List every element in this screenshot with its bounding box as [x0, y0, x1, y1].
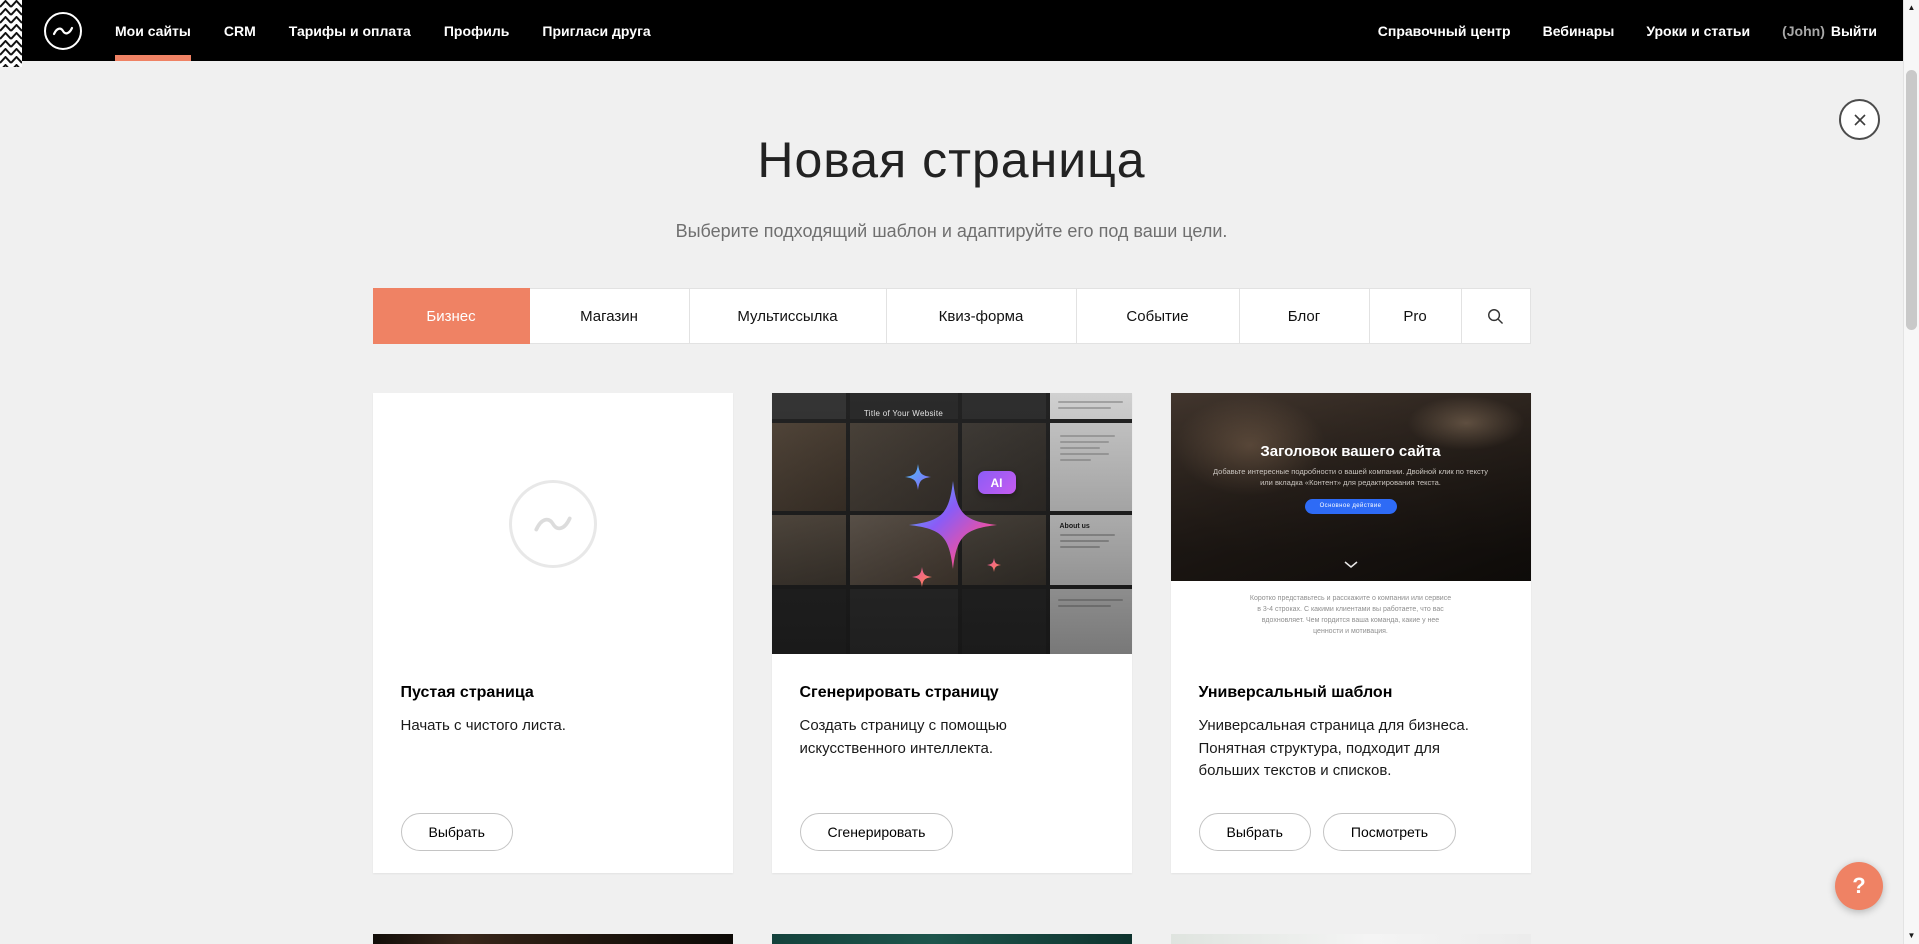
template-hero: Заголовок вашего сайта Добавьте интересн…: [1171, 393, 1531, 581]
card-blank-page[interactable]: Пустая страница Начать с чистого листа. …: [373, 393, 733, 873]
tab-business[interactable]: Бизнес: [373, 288, 530, 344]
template-thumbnail[interactable]: [373, 934, 733, 944]
hero-content: Заголовок вашего сайта Добавьте интересн…: [1171, 393, 1531, 514]
hero-text: Добавьте интересные подробности о вашей …: [1210, 467, 1491, 489]
next-template-row: [373, 934, 1531, 944]
card-title: Сгенерировать страницу: [800, 684, 1104, 702]
card-body: Пустая страница Начать с чистого листа. …: [373, 654, 733, 873]
ai-sparkle-icon: [772, 393, 1132, 654]
main-nav: Мои сайты CRM Тарифы и оплата Профиль Пр…: [115, 0, 651, 61]
close-button[interactable]: [1839, 99, 1880, 140]
tab-shop[interactable]: Магазин: [530, 288, 690, 344]
user-logout[interactable]: (John) Выйти: [1782, 23, 1877, 39]
card-actions: Выбрать Посмотреть: [1199, 813, 1503, 851]
hero-action-button: Основное действие: [1305, 499, 1397, 514]
scrollbar-down-arrow[interactable]: ▼: [1904, 929, 1919, 943]
ai-generate-preview[interactable]: About us Title of Your Website: [772, 393, 1132, 654]
tab-multilink[interactable]: Мультиссылка: [690, 288, 887, 344]
ai-badge: AI: [978, 471, 1016, 494]
card-description: Начать с чистого листа.: [401, 715, 705, 738]
card-title: Универсальный шаблон: [1199, 684, 1503, 702]
template-body-section: Коротко представьтесь и расскажите о ком…: [1171, 581, 1531, 654]
hero-title: Заголовок вашего сайта: [1171, 393, 1531, 460]
chevron-down-icon: [1171, 556, 1531, 574]
close-icon: [1852, 112, 1868, 128]
generate-button[interactable]: Сгенерировать: [800, 813, 954, 851]
card-actions: Выбрать: [401, 813, 705, 851]
card-body: Универсальный шаблон Универсальная стран…: [1171, 654, 1531, 873]
preview-button[interactable]: Посмотреть: [1323, 813, 1456, 851]
nav-invite-friend[interactable]: Пригласи друга: [542, 0, 650, 61]
logout-link[interactable]: Выйти: [1831, 23, 1877, 39]
scrollbar-up-arrow[interactable]: ▲: [1904, 1, 1919, 15]
search-icon: [1486, 307, 1505, 326]
universal-template-preview[interactable]: Заголовок вашего сайта Добавьте интересн…: [1171, 393, 1531, 654]
scrollbar[interactable]: ▲ ▼: [1903, 0, 1919, 944]
secondary-nav: Справочный центр Вебинары Уроки и статьи…: [1378, 0, 1903, 61]
card-ai-generate[interactable]: About us Title of Your Website: [772, 393, 1132, 873]
tab-event[interactable]: Событие: [1077, 288, 1240, 344]
tilde-icon: [52, 24, 74, 38]
page-subtitle: Выберите подходящий шаблон и адаптируйте…: [0, 221, 1903, 242]
card-universal-template[interactable]: Заголовок вашего сайта Добавьте интересн…: [1171, 393, 1531, 873]
help-button[interactable]: ?: [1835, 862, 1883, 910]
nav-profile[interactable]: Профиль: [444, 0, 510, 61]
choose-button[interactable]: Выбрать: [401, 813, 513, 851]
template-category-tabs: Бизнес Магазин Мультиссылка Квиз-форма С…: [373, 288, 1531, 344]
nav-my-sites[interactable]: Мои сайты: [115, 0, 191, 61]
tilda-logo[interactable]: [44, 12, 82, 50]
tab-search[interactable]: [1462, 288, 1531, 344]
tab-pro[interactable]: Pro: [1370, 288, 1462, 344]
card-body: Сгенерировать страницу Создать страницу …: [772, 654, 1132, 873]
nav-help-center[interactable]: Справочный центр: [1378, 0, 1511, 61]
nav-tariffs[interactable]: Тарифы и оплата: [289, 0, 411, 61]
template-thumbnail[interactable]: [772, 934, 1132, 944]
scrollbar-thumb[interactable]: [1906, 70, 1917, 330]
card-description: Универсальная страница для бизнеса. Поня…: [1199, 715, 1503, 783]
tilda-watermark-icon: [509, 480, 597, 568]
template-body-text: Коротко представьтесь и расскажите о ком…: [1250, 594, 1452, 637]
choose-button[interactable]: Выбрать: [1199, 813, 1311, 851]
new-page-modal: Новая страница Выберите подходящий шабло…: [0, 61, 1903, 944]
card-description: Создать страницу с помощью искусственног…: [800, 715, 1104, 760]
card-title: Пустая страница: [401, 684, 705, 702]
nav-crm[interactable]: CRM: [224, 0, 256, 61]
zigzag-pattern: [0, 0, 22, 67]
card-actions: Сгенерировать: [800, 813, 1104, 851]
nav-lessons[interactable]: Уроки и статьи: [1646, 0, 1750, 61]
top-navigation-bar: Мои сайты CRM Тарифы и оплата Профиль Пр…: [0, 0, 1903, 61]
user-name: (John): [1782, 23, 1825, 39]
tab-quiz-form[interactable]: Квиз-форма: [887, 288, 1077, 344]
page-title: Новая страница: [0, 131, 1903, 189]
tab-blog[interactable]: Блог: [1240, 288, 1370, 344]
template-grid: Пустая страница Начать с чистого листа. …: [373, 393, 1531, 873]
template-thumbnail[interactable]: [1171, 934, 1531, 944]
nav-webinars[interactable]: Вебинары: [1543, 0, 1615, 61]
blank-page-preview[interactable]: [373, 393, 733, 654]
